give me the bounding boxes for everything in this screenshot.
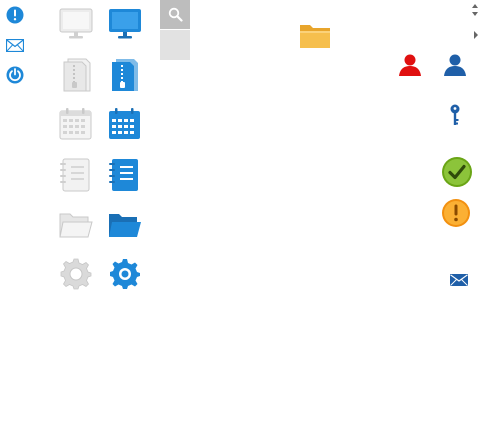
search-tile[interactable] <box>160 0 190 29</box>
zip-file-disabled-icon <box>63 58 91 92</box>
calendar-disabled-icon <box>59 108 92 140</box>
user-blue-icon[interactable] <box>443 53 467 77</box>
blank-tile[interactable] <box>160 30 190 60</box>
monitor-active-icon[interactable] <box>108 8 142 40</box>
search-icon <box>168 7 183 22</box>
sort-arrows-icon[interactable] <box>471 4 479 16</box>
folder-icon[interactable] <box>299 22 331 49</box>
chevron-right-icon[interactable] <box>473 31 479 39</box>
mail-icon[interactable] <box>6 39 24 52</box>
gear-active-icon[interactable] <box>109 258 141 290</box>
notebook-disabled-icon <box>60 158 90 192</box>
alert-icon[interactable] <box>6 6 24 24</box>
check-badge-icon[interactable] <box>441 156 473 188</box>
calendar-active-icon[interactable] <box>108 107 141 140</box>
key-icon[interactable] <box>449 104 461 126</box>
gear-disabled-icon <box>60 258 92 290</box>
power-icon[interactable] <box>6 66 24 84</box>
user-red-icon[interactable] <box>398 53 422 77</box>
folder-disabled-icon <box>59 213 93 238</box>
monitor-disabled-icon <box>59 8 93 39</box>
zip-file-active-icon[interactable] <box>110 58 140 92</box>
mail-small-icon[interactable] <box>450 274 468 286</box>
warning-badge-icon[interactable] <box>441 198 471 228</box>
folder-active-icon[interactable] <box>108 212 142 238</box>
notebook-active-icon[interactable] <box>109 158 139 192</box>
